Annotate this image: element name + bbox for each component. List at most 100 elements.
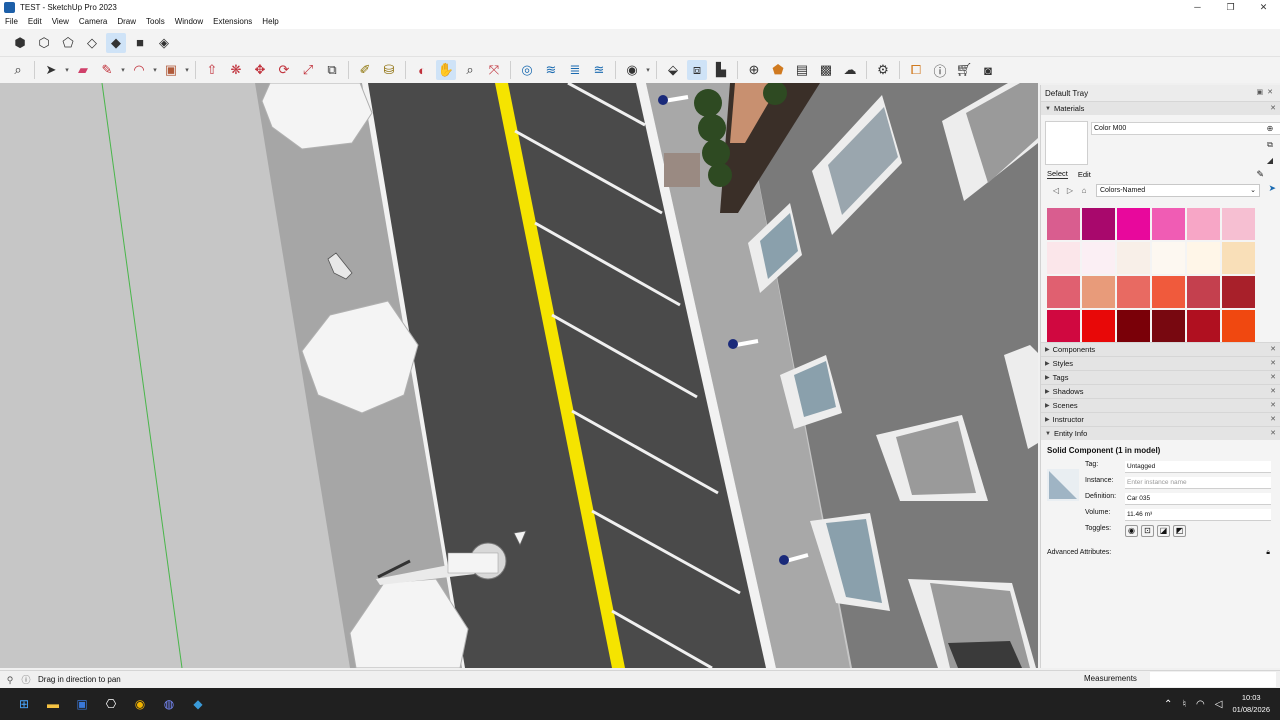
material-swatch[interactable] xyxy=(1152,276,1185,308)
instance-name-input[interactable]: Enter instance name xyxy=(1125,477,1271,489)
shape-icon[interactable]: ▣ xyxy=(161,60,181,80)
close-icon[interactable]: ✕ xyxy=(1270,429,1276,437)
orbit-icon[interactable]: ◐ xyxy=(412,60,432,80)
menu-tools[interactable]: Tools xyxy=(141,15,170,29)
chevron-down-icon[interactable]: ▾ xyxy=(183,60,191,80)
textured-style-icon[interactable]: ■ xyxy=(130,33,150,53)
add-material-icon[interactable]: ⊕ xyxy=(1264,121,1276,137)
menu-draw[interactable]: Draw xyxy=(112,15,141,29)
shaded-style-icon[interactable]: ◆ xyxy=(106,32,126,53)
default-material-icon[interactable]: ◢ xyxy=(1264,153,1276,169)
chevron-down-icon[interactable]: ▾ xyxy=(151,60,159,80)
material-swatch[interactable] xyxy=(1187,208,1220,240)
back-arrow-icon[interactable]: ◁ xyxy=(1049,186,1063,195)
top-view-icon[interactable]: ⬡ xyxy=(34,33,54,53)
geo-location-icon[interactable]: ⬟ xyxy=(768,60,788,80)
close-icon[interactable]: ✕ xyxy=(1270,359,1276,367)
panel-components[interactable]: ▶ Components ✕ xyxy=(1041,342,1280,356)
add-location-icon[interactable]: ⊕ xyxy=(744,60,764,80)
material-swatch[interactable] xyxy=(1117,310,1150,342)
app-icon[interactable]: ▣ xyxy=(71,693,93,715)
menu-file[interactable]: File xyxy=(0,15,23,29)
close-icon[interactable]: ✕ xyxy=(1270,415,1276,423)
material-swatch[interactable] xyxy=(1187,310,1220,342)
pencil-icon[interactable]: ✎ xyxy=(97,60,117,80)
photo-texture-icon[interactable]: ▤ xyxy=(792,60,812,80)
material-swatch[interactable] xyxy=(1117,276,1150,308)
close-icon[interactable]: ✕ xyxy=(1270,401,1276,409)
menu-extensions[interactable]: Extensions xyxy=(208,15,257,29)
clock[interactable]: 10:03 01/08/2026 xyxy=(1232,692,1270,716)
forward-arrow-icon[interactable]: ▷ xyxy=(1063,186,1077,195)
section-fill-icon[interactable]: ≊ xyxy=(589,60,609,80)
material-swatch[interactable] xyxy=(1222,208,1255,240)
tape-measure-icon[interactable]: ✐ xyxy=(355,60,375,80)
zoom-icon[interactable]: ⌕ xyxy=(460,60,480,80)
material-swatch[interactable] xyxy=(1187,242,1220,274)
menu-camera[interactable]: Camera xyxy=(74,15,112,29)
layout-icon[interactable]: ⧈ xyxy=(687,60,707,80)
model-viewport[interactable] xyxy=(0,83,1038,668)
search-icon[interactable]: ⌕ xyxy=(8,60,28,80)
material-swatch[interactable] xyxy=(1222,276,1255,308)
close-icon[interactable]: ✕ xyxy=(1270,345,1276,353)
settings-gear-icon[interactable]: ⚙ xyxy=(873,60,893,80)
scale-icon[interactable]: ⤢ xyxy=(298,60,318,80)
material-swatch[interactable] xyxy=(1222,310,1255,342)
chrome-icon[interactable]: ◉ xyxy=(129,693,151,715)
panel-styles[interactable]: ▶ Styles ✕ xyxy=(1041,356,1280,370)
follow-me-icon[interactable]: ❋ xyxy=(226,60,246,80)
locked-toggle-icon[interactable]: ⊡ xyxy=(1141,525,1154,537)
panel-tags[interactable]: ▶ Tags ✕ xyxy=(1041,370,1280,384)
cart-icon[interactable]: 🛒︎ xyxy=(954,60,974,80)
tab-select[interactable]: Select xyxy=(1047,169,1068,179)
account-icon[interactable]: ◉ xyxy=(622,60,642,80)
eraser-icon[interactable]: ▰ xyxy=(73,60,93,80)
panel-scenes[interactable]: ▶ Scenes ✕ xyxy=(1041,398,1280,412)
sample-paint-icon[interactable]: ✎ xyxy=(1256,169,1264,180)
material-swatch[interactable] xyxy=(1117,208,1150,240)
close-icon[interactable]: ✕ xyxy=(1270,104,1276,112)
tray-pin-close-icons[interactable]: ▣✕ xyxy=(1257,88,1277,96)
home-icon[interactable]: ⌂ xyxy=(1077,186,1091,195)
discord-icon[interactable]: ◍ xyxy=(158,693,180,715)
menu-help[interactable]: Help xyxy=(257,15,283,29)
rotate-icon[interactable]: ⟳ xyxy=(274,60,294,80)
menu-window[interactable]: Window xyxy=(170,15,208,29)
tag-dropdown[interactable]: Untagged xyxy=(1125,461,1271,473)
section-plane-icon[interactable]: ◎ xyxy=(517,60,537,80)
panel-entity-info[interactable]: ▼ Entity Info ✕ xyxy=(1041,426,1280,440)
minimize-button[interactable]: ─ xyxy=(1181,0,1214,15)
tab-edit[interactable]: Edit xyxy=(1078,170,1091,179)
materials-panel-header[interactable]: ▼ Materials ✕ xyxy=(1041,101,1280,115)
current-material-swatch[interactable] xyxy=(1045,121,1088,165)
menu-edit[interactable]: Edit xyxy=(23,15,47,29)
section-display-icon[interactable]: ≋ xyxy=(541,60,561,80)
move-icon[interactable]: ✥ xyxy=(250,60,270,80)
menu-view[interactable]: View xyxy=(47,15,74,29)
material-swatch[interactable] xyxy=(1222,242,1255,274)
extension-warehouse-icon[interactable]: ▙ xyxy=(711,60,731,80)
material-swatch[interactable] xyxy=(1152,242,1185,274)
material-swatch[interactable] xyxy=(1152,310,1185,342)
material-swatch[interactable] xyxy=(1187,276,1220,308)
measurements-input[interactable] xyxy=(1150,672,1276,687)
close-icon[interactable]: ✕ xyxy=(1270,387,1276,395)
definition-input[interactable]: Car 035 xyxy=(1125,493,1271,505)
section-cuts-icon[interactable]: ≣ xyxy=(565,60,585,80)
close-button[interactable]: ✕ xyxy=(1247,0,1280,15)
chevron-down-icon[interactable]: ▾ xyxy=(63,60,71,80)
offset-icon[interactable]: ⧉ xyxy=(322,60,342,80)
user-profile-icon[interactable]: ◙ xyxy=(978,60,998,80)
windows-start-icon[interactable]: ⊞ xyxy=(13,693,35,715)
info-icon[interactable]: ⓘ xyxy=(930,60,950,80)
push-pull-icon[interactable]: ⇧ xyxy=(202,60,222,80)
right-view-icon[interactable]: ◇ xyxy=(82,33,102,53)
zoom-extents-icon[interactable]: ⤧ xyxy=(484,60,504,80)
file-explorer-icon[interactable]: ▬ xyxy=(42,693,64,715)
material-swatch[interactable] xyxy=(1082,310,1115,342)
maximize-button[interactable]: ❐ xyxy=(1214,0,1247,15)
pan-icon[interactable]: ✋ xyxy=(436,60,456,80)
microphone-icon[interactable]: ♮ xyxy=(1182,699,1186,710)
info-status-icon[interactable]: ⓘ xyxy=(20,674,32,686)
